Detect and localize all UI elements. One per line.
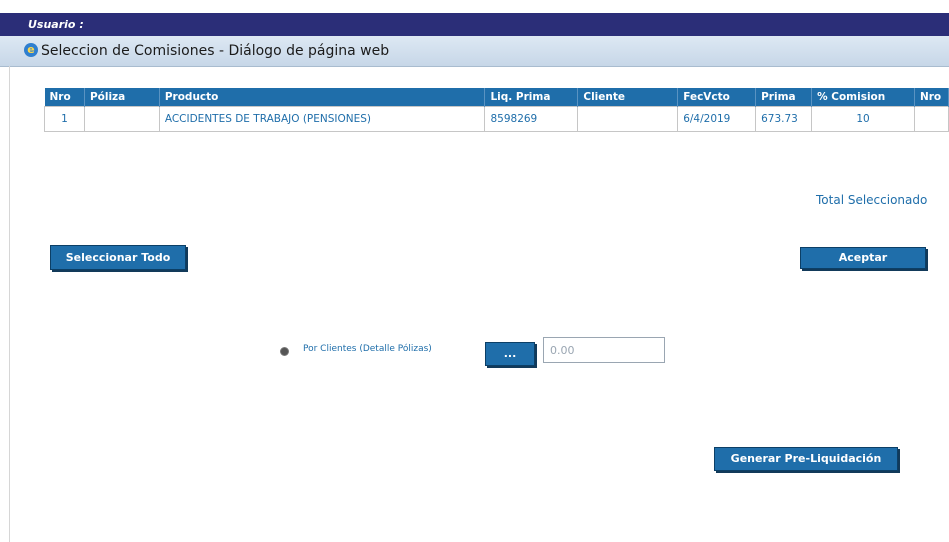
dialog-left-border bbox=[9, 66, 10, 542]
cell-producto: ACCIDENTES DE TRABAJO (PENSIONES) bbox=[158, 106, 486, 132]
column-header-nro[interactable]: Nro bbox=[44, 88, 85, 107]
dialog-title-bar: e Seleccion de Comisiones - Diálogo de p… bbox=[0, 36, 949, 67]
dialog-title: Seleccion de Comisiones - Diálogo de pág… bbox=[41, 43, 390, 59]
cell-liq-prima: 8598269 bbox=[484, 106, 579, 132]
cell-comision: 10 bbox=[811, 106, 915, 132]
table-header-row: Nro Póliza Producto Liq. Prima Cliente F… bbox=[44, 88, 949, 107]
por-clientes-label: Por Clientes (Detalle Pólizas) bbox=[303, 344, 432, 354]
cell-poliza bbox=[83, 106, 160, 132]
cell-nro-2 bbox=[913, 106, 949, 132]
generate-pre-liquidation-button[interactable]: Generar Pre-Liquidación bbox=[714, 447, 898, 471]
accept-button[interactable]: Aceptar bbox=[800, 247, 926, 269]
column-header-liq-prima[interactable]: Liq. Prima bbox=[484, 88, 579, 107]
column-header-fecvcto[interactable]: FecVcto bbox=[677, 88, 757, 107]
commissions-table: Nro Póliza Producto Liq. Prima Cliente F… bbox=[44, 88, 949, 132]
column-header-comision[interactable]: % Comision bbox=[811, 88, 915, 107]
cell-prima: 673.73 bbox=[755, 106, 813, 132]
column-header-cliente[interactable]: Cliente bbox=[577, 88, 679, 107]
select-all-button[interactable]: Seleccionar Todo bbox=[50, 245, 186, 270]
amount-input[interactable] bbox=[543, 337, 665, 363]
column-header-producto[interactable]: Producto bbox=[159, 88, 486, 107]
column-header-poliza[interactable]: Póliza bbox=[84, 88, 160, 107]
cell-nro: 1 bbox=[44, 106, 85, 132]
cell-fecvcto: 6/4/2019 bbox=[677, 106, 757, 132]
cell-cliente bbox=[577, 106, 679, 132]
browser-icon: e bbox=[24, 43, 38, 57]
browse-button[interactable]: ... bbox=[485, 342, 535, 366]
column-header-prima[interactable]: Prima bbox=[755, 88, 813, 107]
usuario-label: Usuario : bbox=[28, 18, 84, 31]
total-selected-label: Total Seleccionado bbox=[816, 193, 928, 207]
user-header-bar: Usuario : bbox=[0, 13, 949, 36]
por-clientes-radio[interactable] bbox=[280, 347, 289, 356]
column-header-nro-2[interactable]: Nro bbox=[914, 88, 949, 107]
table-row[interactable]: 1 ACCIDENTES DE TRABAJO (PENSIONES) 8598… bbox=[44, 106, 949, 132]
